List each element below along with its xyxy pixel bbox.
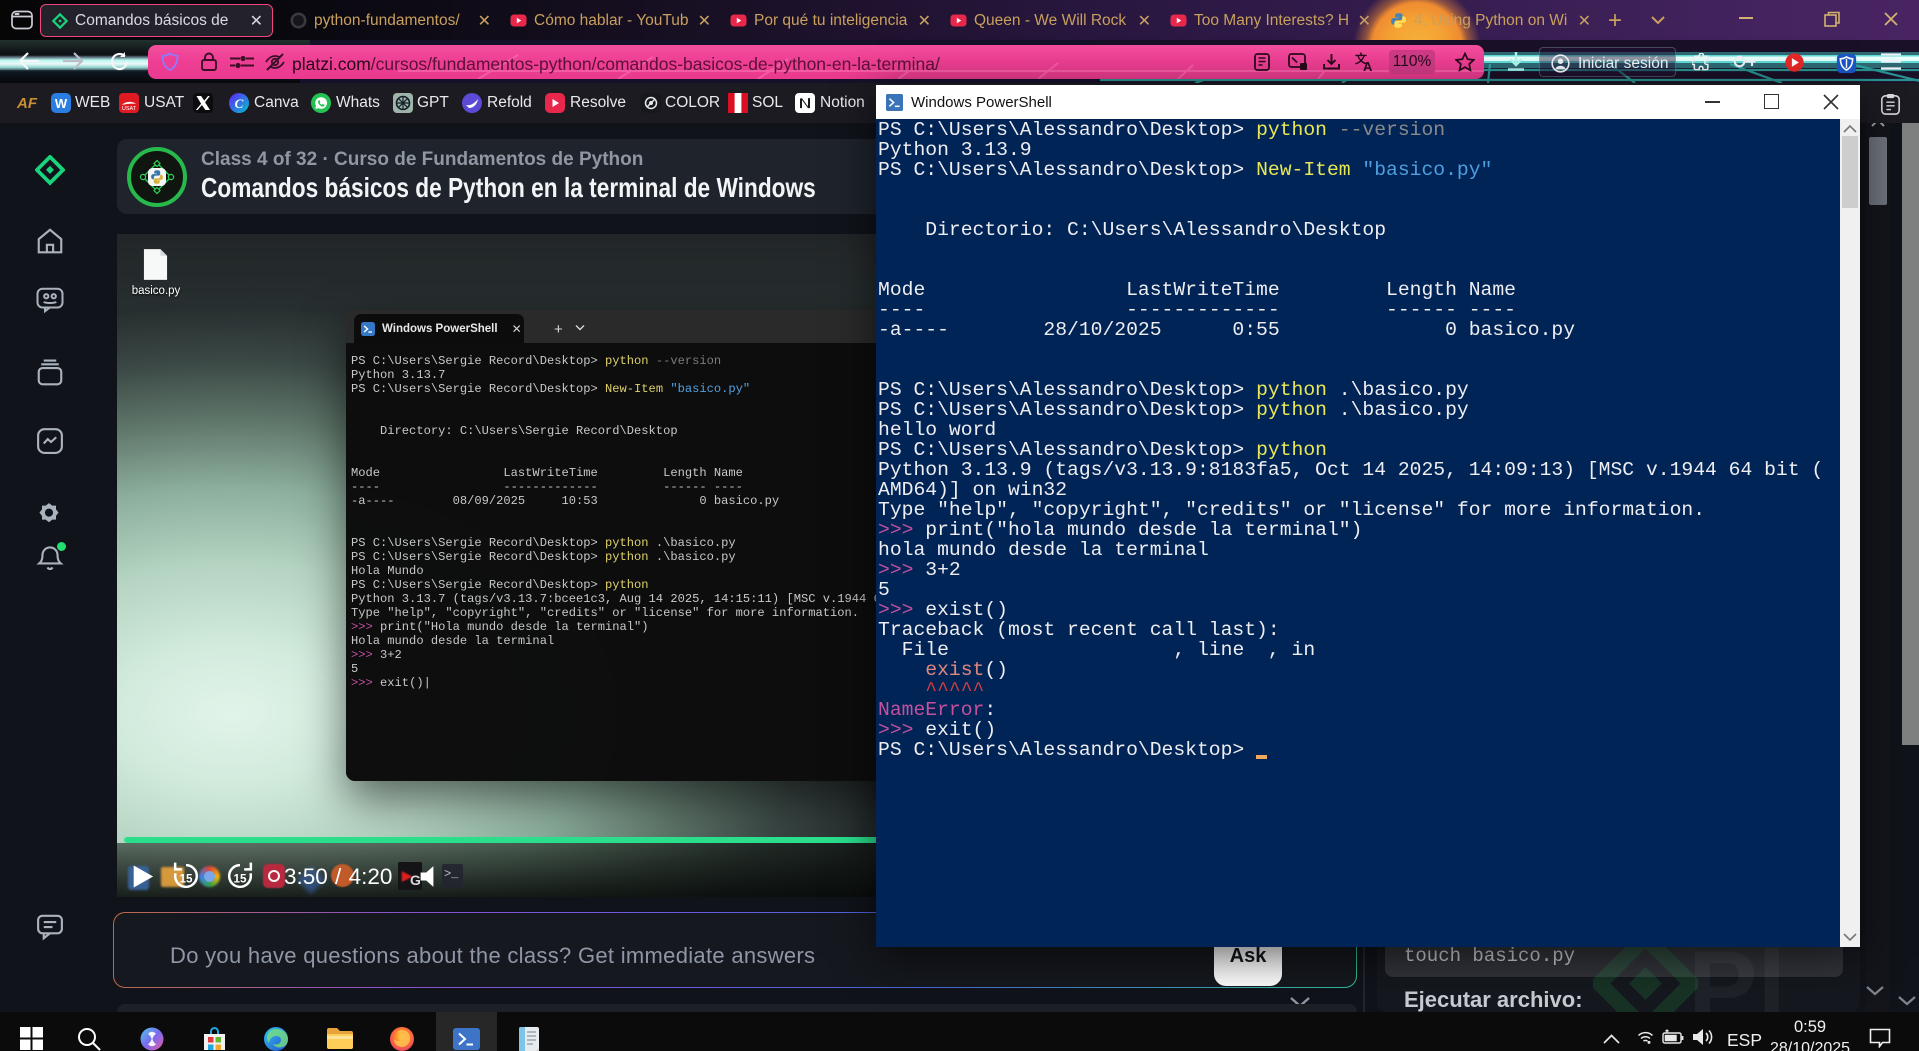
svg-text:15: 15 (234, 873, 247, 886)
svg-text:W: W (55, 96, 68, 111)
svg-text:USAT: USAT (122, 106, 137, 112)
svg-text:15: 15 (180, 873, 193, 886)
svg-text:A: A (1363, 59, 1373, 72)
svg-text:C: C (235, 96, 244, 111)
